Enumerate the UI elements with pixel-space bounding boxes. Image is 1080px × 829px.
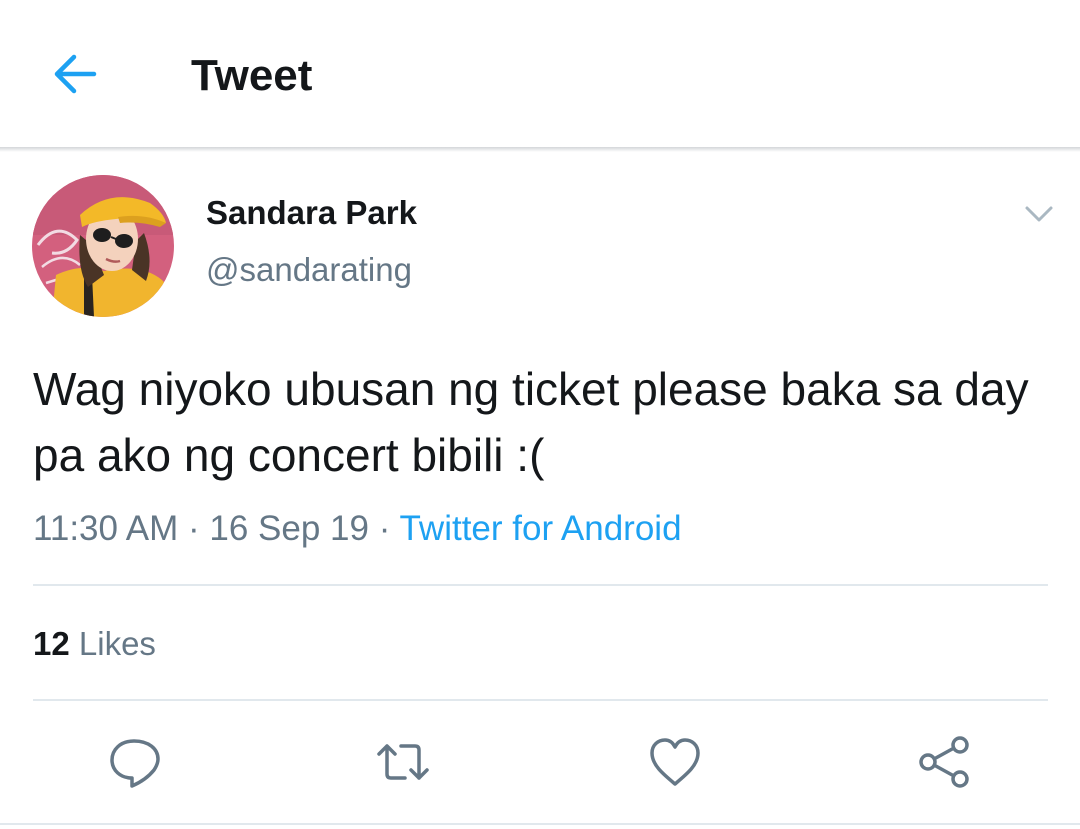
author-handle[interactable]: @sandarating (206, 250, 412, 290)
author-name[interactable]: Sandara Park (206, 193, 417, 233)
avatar[interactable] (32, 175, 174, 317)
tweet-text: Wag niyoko ubusan ng ticket please baka … (33, 363, 1029, 481)
share-icon (919, 736, 969, 788)
tweet-time: 11:30 AM (33, 509, 179, 548)
header-divider (0, 147, 1080, 152)
tweet-menu-button[interactable] (1018, 196, 1060, 232)
tweet-date: 16 Sep 19 (209, 509, 369, 548)
retweet-button[interactable] (373, 732, 433, 792)
chevron-down-icon (1025, 206, 1053, 222)
meta-separator: · (178, 509, 210, 548)
divider (33, 699, 1048, 701)
heart-icon (650, 738, 700, 786)
page-title: Tweet (191, 51, 313, 100)
tweet-metadata: 11:30 AM · 16 Sep 19 · Twitter for Andro… (33, 508, 682, 550)
bottom-divider (0, 823, 1080, 825)
retweet-icon (377, 744, 429, 780)
back-button[interactable] (46, 46, 102, 102)
comment-icon (110, 739, 160, 788)
likes-stat[interactable]: 12 Likes (33, 624, 156, 664)
reply-button[interactable] (104, 732, 164, 792)
divider (33, 584, 1048, 586)
share-button[interactable] (914, 732, 974, 792)
arrow-left-icon (54, 54, 97, 94)
tweet-source-link[interactable]: Twitter for Android (399, 509, 681, 548)
likes-count: 12 (33, 625, 70, 662)
likes-label: Likes (69, 625, 156, 662)
top-app-bar: Tweet (0, 0, 1080, 148)
like-button[interactable] (645, 732, 705, 792)
profile-photo (32, 175, 174, 317)
meta-separator: · (368, 509, 400, 548)
